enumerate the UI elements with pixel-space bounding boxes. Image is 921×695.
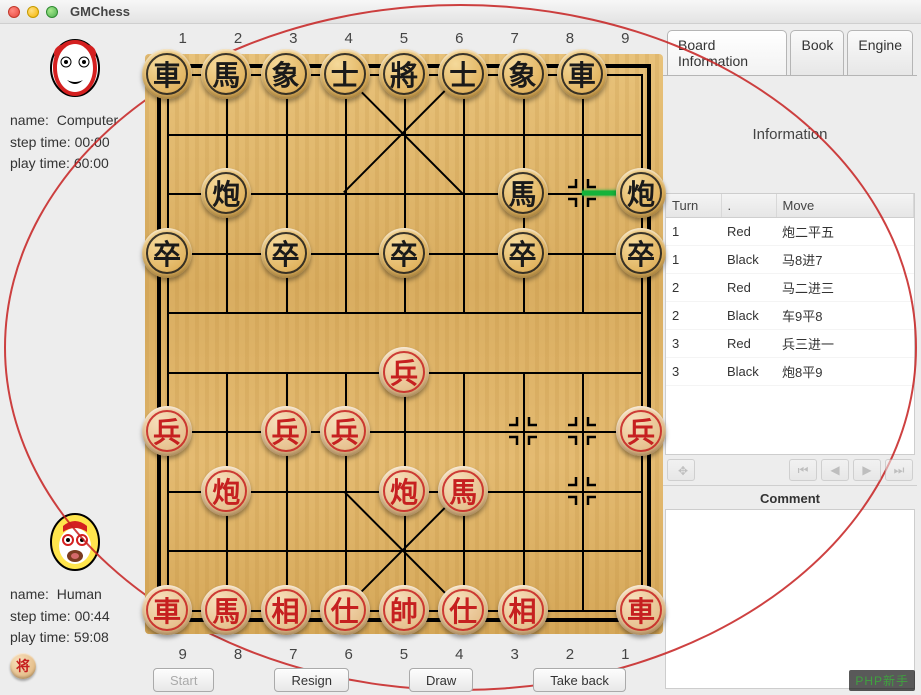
tab-engine[interactable]: Engine <box>847 30 913 75</box>
piece-black[interactable]: 將 <box>379 49 429 99</box>
piece-red[interactable]: 相 <box>498 585 548 635</box>
piece-red[interactable]: 相 <box>261 585 311 635</box>
player-bottom-play: 59:08 <box>74 629 109 645</box>
label-step-time: step time: <box>10 608 71 624</box>
label-name: name: <box>10 586 49 602</box>
piece-red[interactable]: 炮 <box>379 466 429 516</box>
piece-black[interactable]: 士 <box>438 49 488 99</box>
piece-black[interactable]: 卒 <box>616 228 666 278</box>
file-label: 6 <box>321 646 376 663</box>
piece-black[interactable]: 炮 <box>616 168 666 218</box>
piece-red[interactable]: 馬 <box>201 585 251 635</box>
piece-black[interactable]: 卒 <box>498 228 548 278</box>
file-label: 6 <box>432 30 487 47</box>
file-label: 2 <box>542 646 597 663</box>
file-label: 4 <box>432 646 487 663</box>
file-label: 7 <box>266 646 321 663</box>
take-back-button[interactable]: Take back <box>533 668 626 692</box>
board-area: 123456789 車馬象士將士象車炮馬炮卒卒卒卒卒兵兵兵兵兵炮炮馬車馬相仕帥仕… <box>145 24 663 695</box>
piece-red[interactable]: 馬 <box>438 466 488 516</box>
piece-black[interactable]: 象 <box>261 49 311 99</box>
piece-red[interactable]: 炮 <box>201 466 251 516</box>
file-label: 5 <box>376 30 431 47</box>
action-buttons: Start Resign Draw Take back <box>145 665 663 695</box>
draw-button[interactable]: Draw <box>409 668 473 692</box>
file-label: 3 <box>266 30 321 47</box>
piece-red[interactable]: 帥 <box>379 585 429 635</box>
window-title: GMChess <box>70 4 130 19</box>
piece-black[interactable]: 炮 <box>201 168 251 218</box>
piece-black[interactable]: 車 <box>557 49 607 99</box>
piece-red[interactable]: 仕 <box>320 585 370 635</box>
piece-black[interactable]: 卒 <box>142 228 192 278</box>
piece-red[interactable]: 兵 <box>379 347 429 397</box>
minimize-icon[interactable] <box>27 6 39 18</box>
nav-prev-icon[interactable]: ◀ <box>821 459 849 481</box>
label-name: name: <box>10 112 49 128</box>
player-bottom-name: Human <box>57 586 102 602</box>
piece-red[interactable]: 仕 <box>438 585 488 635</box>
piece-black[interactable]: 象 <box>498 49 548 99</box>
player-bottom-step: 00:44 <box>75 608 110 624</box>
nav-last-icon[interactable]: ⏭ <box>885 459 913 481</box>
piece-black[interactable]: 馬 <box>498 168 548 218</box>
player-bottom: name: Human step time: 00:44 play time: … <box>10 506 139 679</box>
nav-expand-icon[interactable]: ✥ <box>667 459 695 481</box>
piece-red[interactable]: 車 <box>616 585 666 635</box>
xiangqi-board[interactable]: 車馬象士將士象車炮馬炮卒卒卒卒卒兵兵兵兵兵炮炮馬車馬相仕帥仕相車 <box>145 54 663 634</box>
piece-black[interactable]: 車 <box>142 49 192 99</box>
zoom-icon[interactable] <box>46 6 58 18</box>
nav-next-icon[interactable]: ▶ <box>853 459 881 481</box>
file-label: 5 <box>376 646 431 663</box>
tab-book[interactable]: Book <box>790 30 844 75</box>
file-label: 9 <box>598 30 653 47</box>
window-controls <box>8 6 58 18</box>
file-label: 1 <box>155 30 210 47</box>
file-label: 3 <box>487 646 542 663</box>
resign-button[interactable]: Resign <box>274 668 348 692</box>
file-label: 7 <box>487 30 542 47</box>
opponent-avatar-icon <box>47 38 103 98</box>
piece-black[interactable]: 士 <box>320 49 370 99</box>
watermark: PHP新手 <box>849 670 915 691</box>
piece-red[interactable]: 兵 <box>320 406 370 456</box>
file-label: 2 <box>210 30 265 47</box>
file-label: 9 <box>155 646 210 663</box>
close-icon[interactable] <box>8 6 20 18</box>
label-play-time: play time: <box>10 629 70 645</box>
players-panel: name: Computer step time: 00:00 play tim… <box>0 24 145 695</box>
piece-red[interactable]: 兵 <box>142 406 192 456</box>
piece-black[interactable]: 卒 <box>261 228 311 278</box>
piece-red[interactable]: 車 <box>142 585 192 635</box>
file-label: 4 <box>321 30 376 47</box>
piece-red[interactable]: 兵 <box>261 406 311 456</box>
piece-black[interactable]: 卒 <box>379 228 429 278</box>
player-top-name: Computer <box>57 112 118 128</box>
captured-piece: 将 <box>10 653 36 679</box>
piece-black[interactable]: 馬 <box>201 49 251 99</box>
file-label: 8 <box>542 30 597 47</box>
captured-pieces: 将 <box>10 653 139 679</box>
start-button[interactable]: Start <box>153 668 214 692</box>
nav-first-icon[interactable]: ⏮ <box>789 459 817 481</box>
file-labels-bottom: 987654321 <box>145 646 663 663</box>
piece-red[interactable]: 兵 <box>616 406 666 456</box>
label-step-time: step time: <box>10 134 71 150</box>
file-labels-top: 123456789 <box>145 30 663 47</box>
file-label: 1 <box>598 646 653 663</box>
label-play-time: play time: <box>10 155 70 171</box>
file-label: 8 <box>210 646 265 663</box>
